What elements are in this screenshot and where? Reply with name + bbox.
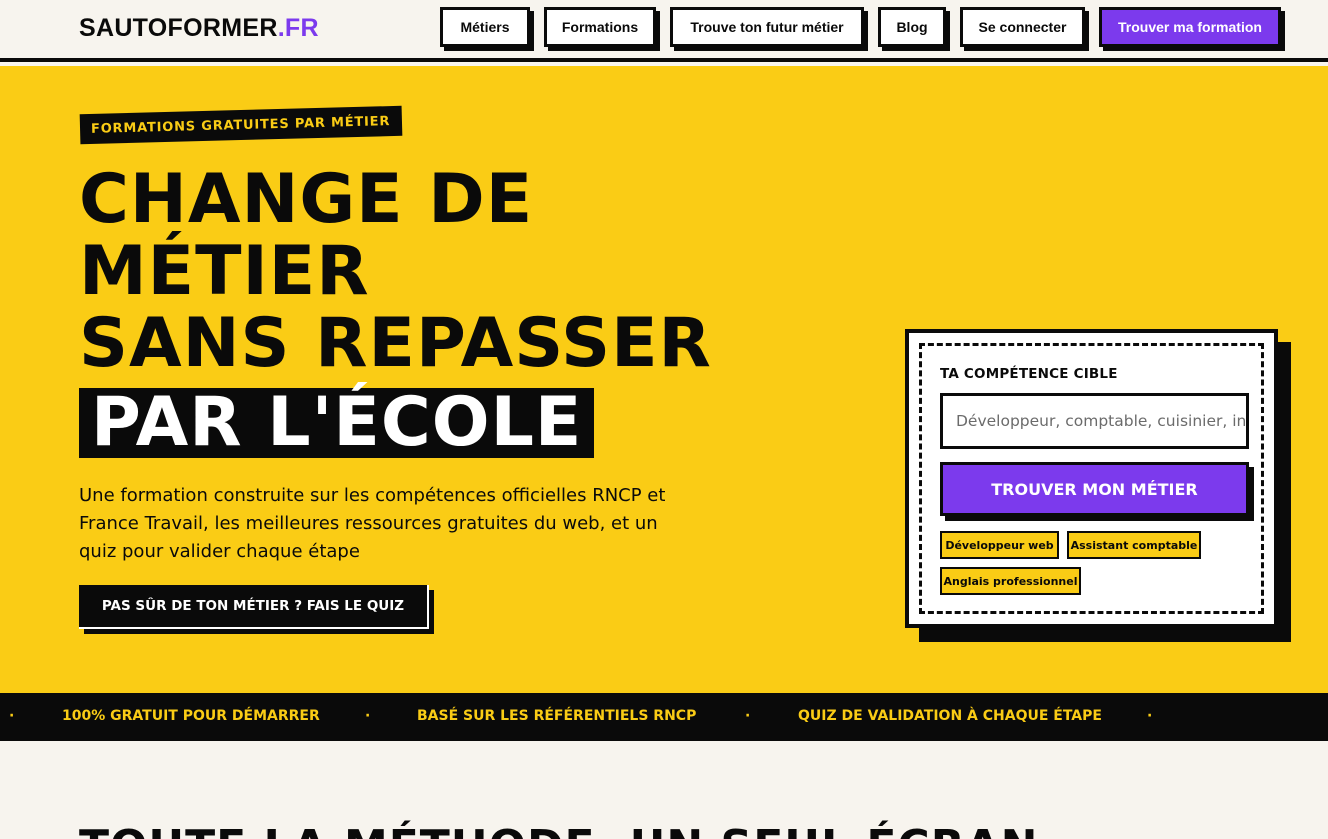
login-button[interactable]: Se connecter — [960, 7, 1085, 47]
nav-formations-button[interactable]: Formations — [544, 7, 656, 47]
hero-tag: FORMATIONS GRATUITES PAR MÉTIER — [79, 105, 403, 145]
chip-assistant-comptable[interactable]: Assistant comptable — [1067, 531, 1201, 559]
logo-text: SAUTOFORMER — [79, 14, 278, 42]
marquee-separator: · — [9, 708, 15, 724]
method-section: TOUTE LA MÉTHODE, UN SEUL ÉCRAN — [0, 741, 1328, 839]
headline-line-2: MÉTIER — [79, 232, 370, 311]
hero-section: FORMATIONS GRATUITES PAR MÉTIER CHANGE D… — [0, 66, 1328, 693]
logo-accent: .FR — [277, 14, 319, 42]
quiz-button[interactable]: PAS SÛR DE TON MÉTIER ? FAIS LE QUIZ — [79, 585, 429, 629]
search-card-inner: TA COMPÉTENCE CIBLE Développeur, comptab… — [919, 343, 1264, 614]
marquee-separator: · — [365, 708, 371, 724]
skill-search-input[interactable]: Développeur, comptable, cuisinier, infi — [940, 393, 1249, 449]
nav-metiers-button[interactable]: Métiers — [440, 7, 530, 47]
hero-lead-text: Une formation construite sur les compéte… — [79, 485, 666, 562]
chip-anglais-professionnel[interactable]: Anglais professionnel — [940, 567, 1081, 595]
headline-line-3: SANS REPASSER — [79, 304, 712, 383]
main-nav: Métiers Formations Trouve ton futur méti… — [440, 7, 1281, 47]
find-job-button[interactable]: TROUVER MON MÉTIER — [940, 462, 1249, 516]
site-header: SAUTOFORMER.FR Métiers Formations Trouve… — [0, 0, 1328, 62]
nav-blog-button[interactable]: Blog — [878, 7, 946, 47]
hero-headline: CHANGE DE MÉTIER SANS REPASSER PAR L'ÉCO… — [79, 164, 712, 459]
marquee-item-1: 100% GRATUIT POUR DÉMARRER — [62, 708, 320, 724]
find-training-button[interactable]: Trouver ma formation — [1099, 7, 1281, 47]
marquee-item-2: BASÉ SUR LES RÉFÉRENTIELS RNCP — [417, 708, 697, 724]
nav-futur-metier-button[interactable]: Trouve ton futur métier — [670, 7, 864, 47]
skill-label: TA COMPÉTENCE CIBLE — [940, 366, 1118, 382]
marquee-separator: · — [745, 708, 751, 724]
chip-developpeur-web[interactable]: Développeur web — [940, 531, 1059, 559]
headline-highlight: PAR L'ÉCOLE — [79, 388, 595, 458]
search-card: TA COMPÉTENCE CIBLE Développeur, comptab… — [905, 329, 1278, 628]
benefits-marquee: · 100% GRATUIT POUR DÉMARRER · BASÉ SUR … — [0, 693, 1328, 741]
section-title: TOUTE LA MÉTHODE, UN SEUL ÉCRAN — [79, 821, 1038, 839]
marquee-separator: · — [1147, 708, 1153, 724]
headline-line-1: CHANGE DE — [79, 160, 534, 239]
site-logo[interactable]: SAUTOFORMER.FR — [79, 14, 319, 43]
marquee-item-3: QUIZ DE VALIDATION À CHAQUE ÉTAPE — [798, 708, 1102, 724]
